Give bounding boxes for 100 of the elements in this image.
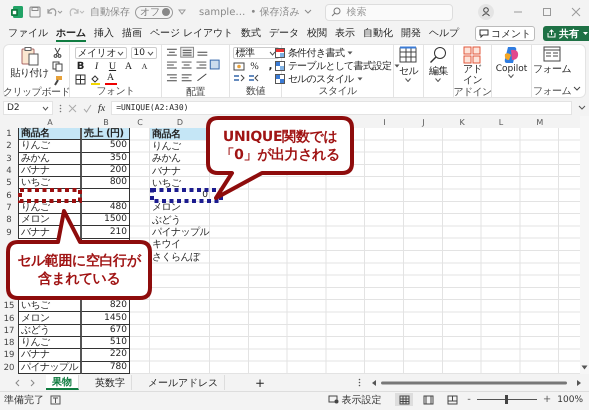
column-header[interactable]: L [482, 116, 520, 128]
table-cell-text: バナナ [151, 164, 182, 178]
row-number[interactable]: 16 [0, 312, 18, 325]
column-header[interactable]: J [404, 116, 443, 128]
zoom-level[interactable]: 100% [557, 394, 583, 404]
row-number[interactable]: 18 [0, 337, 18, 350]
horizontal-scrollbar[interactable] [371, 378, 583, 386]
sheet-tab[interactable]: メールアドレス [142, 375, 225, 390]
menu-tab[interactable]: ヘルプ [429, 25, 460, 42]
check-icon[interactable] [83, 104, 92, 112]
row-number[interactable]: 20 [0, 362, 18, 374]
accessibility-icon[interactable] [50, 394, 61, 404]
menu-tab[interactable]: ファイル [8, 25, 48, 42]
font-name-field[interactable]: メイリオ [74, 47, 126, 59]
column-header[interactable]: M [520, 116, 560, 128]
close-icon[interactable] [571, 7, 581, 17]
collapse-ribbon-icon[interactable] [573, 86, 581, 92]
style-menu-button[interactable]: セルのスタイル [274, 73, 363, 85]
row-number[interactable]: 1 [0, 128, 18, 140]
row-number[interactable]: 3 [0, 152, 18, 165]
name-box[interactable]: D2 [3, 101, 53, 115]
column-header[interactable]: K [442, 116, 482, 128]
table-cell: 210 [82, 226, 130, 239]
editing-button[interactable]: 編集 [428, 46, 448, 82]
comma-button[interactable]: , [264, 60, 276, 72]
search-field[interactable]: 検索 [325, 4, 454, 20]
percent-button[interactable]: % [248, 60, 260, 72]
borders-icon[interactable] [74, 74, 86, 84]
column-header[interactable]: D [150, 116, 210, 128]
add-sheet-button[interactable]: + [255, 376, 266, 390]
menu-tab[interactable]: ページ レイアウト [150, 25, 234, 42]
fill-color-icon[interactable] [90, 74, 100, 84]
copy-icon[interactable] [52, 61, 63, 72]
zoom-in-button[interactable]: + [542, 394, 552, 405]
row-number[interactable]: 9 [0, 226, 18, 239]
row-number[interactable]: 15 [0, 300, 18, 312]
copilot-button[interactable]: Copilot [496, 46, 528, 78]
paste-button[interactable]: 貼り付け [10, 46, 49, 80]
caret-icon [356, 77, 363, 81]
formula-field[interactable]: =UNIQUE(A2:A30) [111, 101, 572, 115]
style-menu-button[interactable]: テーブルとして書式設定 [274, 60, 400, 72]
row-number[interactable]: 7 [0, 202, 18, 214]
zoom-out-button[interactable]: - [467, 394, 471, 405]
shrink-font-button[interactable]: A [138, 62, 150, 70]
expand-formula-icon[interactable] [578, 105, 586, 111]
grow-font-button[interactable]: A [122, 60, 134, 72]
style-menu-button[interactable]: 条件付き書式 [274, 47, 354, 59]
menu-tab[interactable]: 挿入 [94, 25, 114, 42]
row-number[interactable]: 19 [0, 349, 18, 362]
row-number[interactable]: 4 [0, 164, 18, 178]
save-icon[interactable] [29, 6, 41, 18]
share-button[interactable]: 共有 [543, 26, 589, 41]
chevron-down-icon[interactable] [304, 9, 312, 15]
menu-tab[interactable]: 表示 [335, 25, 356, 42]
menu-tab[interactable]: 数式 [241, 25, 262, 42]
more-options-icon[interactable] [358, 378, 361, 387]
column-header[interactable]: B [82, 116, 130, 128]
column-header[interactable]: A [18, 116, 82, 128]
scissors-icon[interactable] [52, 47, 63, 58]
sheet-tab[interactable]: 果物 [46, 375, 79, 390]
row-number[interactable]: 17 [0, 324, 18, 338]
autosave-toggle[interactable]: オフ [135, 6, 173, 18]
menu-tab[interactable]: 自動化 [363, 25, 394, 42]
more-options-icon[interactable] [59, 104, 62, 112]
menu-tab[interactable]: 描画 [122, 25, 142, 42]
form-button[interactable]: フォーム [532, 46, 572, 76]
next-sheet-icon[interactable] [30, 378, 36, 386]
menu-tab[interactable]: データ [269, 25, 300, 42]
sheet-tab[interactable]: 英数字 [89, 375, 132, 390]
copilot-logo-icon [502, 46, 520, 64]
add-ins-button[interactable]: アド イン [462, 46, 482, 86]
customize-chevron-icon[interactable] [178, 8, 186, 16]
menu-tab[interactable]: ホーム [56, 25, 86, 42]
menu-tab[interactable]: 校閲 [307, 25, 328, 42]
view-button[interactable] [395, 393, 414, 406]
bold-button[interactable]: B [74, 60, 86, 72]
decimal-places-icon[interactable] [232, 73, 260, 83]
underline-button[interactable]: U [106, 60, 118, 72]
column-header[interactable]: C [130, 116, 150, 128]
row-number[interactable]: 5 [0, 177, 18, 190]
insert-function-button[interactable]: fx [98, 102, 106, 114]
display-settings-button[interactable]: 表示設定 [328, 392, 382, 406]
maximize-icon[interactable] [542, 7, 552, 17]
row-number[interactable]: 2 [0, 140, 18, 153]
comment-button[interactable]: コメント [475, 26, 536, 41]
format-painter-icon[interactable] [52, 75, 63, 86]
cells-button[interactable]: セル [398, 46, 418, 82]
row-number[interactable]: 8 [0, 214, 18, 226]
font-color-button[interactable]: A [104, 73, 116, 85]
font-size-field[interactable]: 10 [130, 47, 156, 59]
italic-button[interactable]: I [90, 60, 102, 72]
undo-icon[interactable] [46, 6, 63, 18]
menu-tab[interactable]: 開発 [401, 25, 422, 42]
previous-sheet-icon[interactable] [14, 378, 20, 386]
currency-icon[interactable] [232, 60, 244, 72]
scroll-down-icon[interactable] [581, 365, 588, 370]
table-cell: パイナップル [18, 362, 82, 374]
column-header[interactable]: I [365, 116, 404, 128]
row-number[interactable]: 6 [0, 189, 18, 202]
account-icon[interactable] [478, 4, 494, 20]
